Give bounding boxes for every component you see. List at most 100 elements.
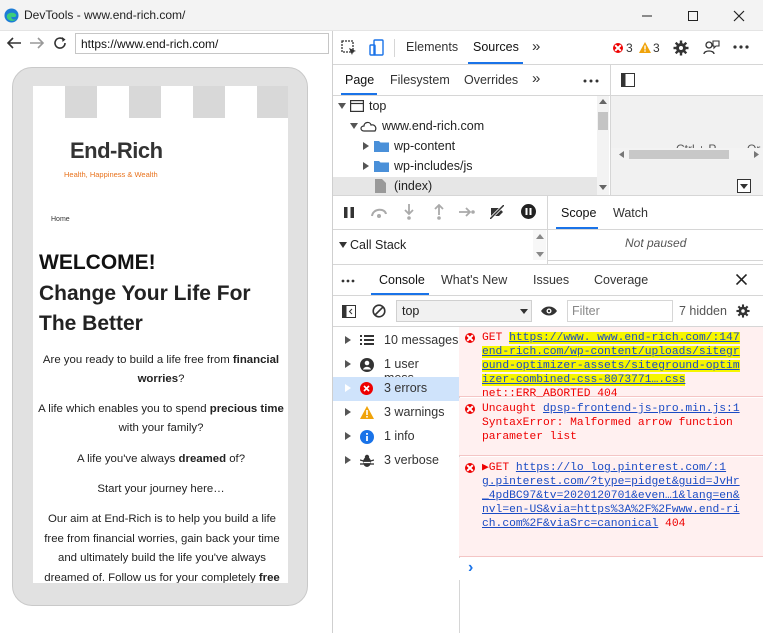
scroll-down-icon[interactable]	[599, 185, 607, 190]
tree-item-domain[interactable]: www.end-rich.com	[382, 119, 484, 133]
tab-coverage[interactable]: Coverage	[594, 273, 648, 287]
resource-link[interactable]: _4pdBC97&tv=2020120701&even…1&lang=en&	[482, 490, 740, 502]
paragraph-5: Our aim at End-Rich is to help you build…	[43, 510, 281, 583]
tab-issues[interactable]: Issues	[533, 273, 569, 287]
tab-watch[interactable]: Watch	[613, 206, 648, 220]
scroll-up-icon[interactable]	[536, 234, 544, 239]
tree-item-wp-includes[interactable]: wp-includes/js	[394, 159, 473, 173]
more-options-icon[interactable]	[733, 45, 749, 49]
tree-item-wp-content[interactable]: wp-content	[394, 139, 455, 153]
devtools-toolbar: Elements Sources » 3 3	[333, 31, 763, 64]
tree-scrollbar[interactable]	[597, 96, 609, 195]
more-tabs-button[interactable]: »	[532, 38, 540, 55]
request-method[interactable]: ▶GET	[482, 462, 516, 474]
inspect-element-icon[interactable]	[341, 40, 357, 56]
resource-link[interactable]: ch.com%2F&viaSrc=canonical	[482, 518, 658, 530]
expanded-arrow-icon[interactable]	[338, 103, 346, 109]
resource-link[interactable]: https://lo log.pinterest.com/:1	[516, 462, 726, 474]
collapsed-arrow-icon[interactable]	[363, 142, 369, 150]
navigator-menu-icon[interactable]	[583, 79, 599, 83]
warning-icon	[360, 406, 374, 419]
resource-link[interactable]: izer-combined-css-8073771….css	[482, 374, 686, 386]
url-input[interactable]: https://www.end-rich.com/	[75, 33, 329, 54]
expanded-arrow-icon[interactable]	[350, 123, 358, 129]
tab-page[interactable]: Page	[345, 73, 374, 87]
refresh-icon[interactable]	[52, 35, 68, 51]
warning-count[interactable]: 3	[653, 41, 660, 55]
sidebar-item-info[interactable]: 1 info	[333, 425, 459, 449]
tab-elements[interactable]: Elements	[406, 40, 458, 54]
headline: Change Your Life For The Better	[39, 282, 251, 335]
resource-link[interactable]: end-rich.com/wp-content/uploads/sitegr	[482, 346, 740, 358]
nav-home-link[interactable]: Home	[51, 216, 70, 223]
tab-sources[interactable]: Sources	[473, 40, 519, 54]
drawer-menu-icon[interactable]	[341, 279, 355, 283]
sidebar-item-user-messages[interactable]: 1 user mess…	[333, 353, 459, 385]
toggle-debugger-sidebar-icon[interactable]	[737, 179, 751, 193]
step-into-icon[interactable]	[404, 204, 414, 220]
collapsed-arrow-icon[interactable]	[363, 162, 369, 170]
step-icon[interactable]	[459, 207, 475, 217]
console-error-message[interactable]: ▶GET https://lo log.pinterest.com/:1 g.p…	[459, 457, 763, 557]
device-toolbar-icon[interactable]	[369, 39, 385, 57]
close-window-button[interactable]	[716, 0, 762, 31]
error-icon	[465, 333, 475, 343]
maximize-button[interactable]	[670, 0, 716, 31]
debugger-toolbar	[333, 196, 547, 229]
forward-arrow-icon[interactable]	[29, 36, 45, 50]
tab-filesystem[interactable]: Filesystem	[390, 73, 450, 87]
scrollbar-thumb[interactable]	[598, 112, 608, 130]
minimize-button[interactable]	[624, 0, 670, 31]
sidebar-item-verbose[interactable]: 3 verbose	[333, 449, 459, 473]
sidebar-item-messages[interactable]: 10 messages	[333, 329, 459, 353]
source-link[interactable]: dpsp-frontend-js-pro.min.js:1	[543, 403, 740, 415]
close-drawer-icon[interactable]	[736, 274, 747, 285]
console-error-message[interactable]: Uncaught dpsp-frontend-js-pro.min.js:1 S…	[459, 398, 763, 456]
site-logo[interactable]: End-Rich	[70, 138, 163, 164]
back-arrow-icon[interactable]	[6, 36, 22, 50]
sidebar-item-warnings[interactable]: 3 warnings	[333, 401, 459, 425]
feedback-icon[interactable]	[703, 40, 720, 56]
console-settings-gear-icon[interactable]	[736, 304, 750, 318]
editor-empty-area: Ctrl + P Or	[611, 96, 763, 195]
scroll-down-icon[interactable]	[536, 252, 544, 257]
scroll-left-icon[interactable]	[619, 151, 624, 158]
toggle-navigator-icon[interactable]	[621, 73, 635, 87]
pause-on-exceptions-icon[interactable]	[521, 204, 536, 219]
resource-link[interactable]: ound-optimizer-assets/siteground-optim	[482, 360, 740, 372]
tree-item-top[interactable]: top	[369, 99, 386, 113]
sources-more-tabs-button[interactable]: »	[532, 70, 540, 87]
gear-icon[interactable]	[673, 40, 689, 56]
tree-item-index[interactable]: (index)	[394, 179, 432, 193]
resource-link[interactable]: nvl=en-US&via=https%3A%2F%2Fwww.end-ri	[482, 504, 740, 516]
resource-link[interactable]: g.pinterest.com/?type=pidget&guid=JvHr	[482, 476, 740, 488]
resource-link[interactable]: https://www. www.end-rich.com/:147	[509, 332, 740, 344]
sidebar-item-errors[interactable]: 3 errors	[333, 377, 459, 401]
error-icon	[465, 404, 475, 414]
call-stack-section[interactable]: Call Stack	[333, 230, 547, 260]
console-sidebar-toggle-icon[interactable]	[342, 305, 356, 318]
sidebar-item-label: 3 verbose	[384, 453, 439, 467]
tab-console[interactable]: Console	[379, 273, 425, 287]
tab-whats-new[interactable]: What's New	[441, 273, 507, 287]
console-error-message[interactable]: GET https://www. www.end-rich.com/:147 e…	[459, 327, 763, 400]
scroll-right-icon[interactable]	[754, 151, 759, 158]
selected-tree-row[interactable]	[333, 177, 599, 195]
tab-scope[interactable]: Scope	[561, 206, 596, 220]
console-prompt[interactable]: ›	[459, 558, 763, 580]
scroll-up-icon[interactable]	[599, 99, 607, 104]
step-out-icon[interactable]	[434, 204, 444, 220]
expanded-arrow-icon	[339, 242, 347, 248]
context-selector[interactable]: top	[396, 300, 532, 322]
pause-icon[interactable]	[344, 207, 354, 218]
device-screen[interactable]: End-Rich Health, Happiness & Wealth Home…	[33, 86, 288, 583]
error-icon	[360, 382, 373, 395]
step-over-icon[interactable]	[370, 206, 388, 218]
h-scrollbar-thumb[interactable]	[629, 150, 729, 159]
live-expression-eye-icon[interactable]	[540, 306, 558, 316]
clear-console-icon[interactable]	[372, 304, 386, 318]
error-count[interactable]: 3	[626, 41, 633, 55]
filter-input[interactable]: Filter	[567, 300, 673, 322]
tab-overrides[interactable]: Overrides	[464, 73, 518, 87]
deactivate-breakpoints-icon[interactable]	[490, 205, 504, 219]
